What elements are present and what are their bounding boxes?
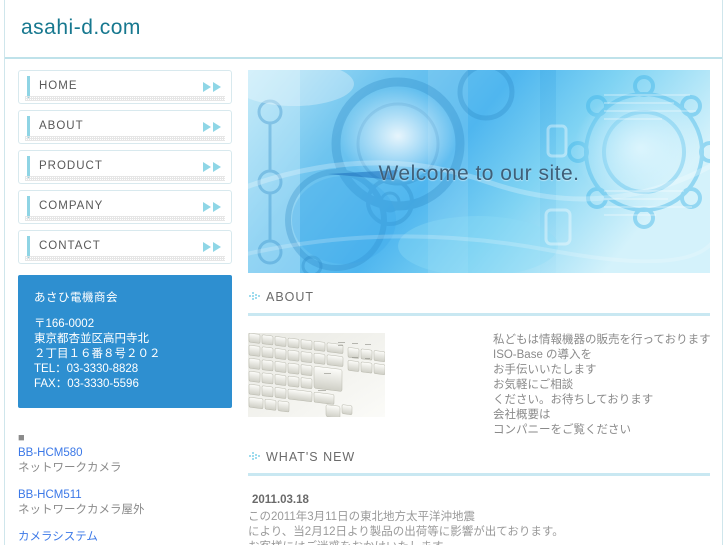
product-link-group: ■ BB-HCM580 ネットワークカメラ <box>18 428 232 476</box>
about-heading-text: ABOUT <box>266 290 315 304</box>
about-line-6: 会社概要は <box>493 409 551 421</box>
dotted-triangle-icon <box>249 292 260 300</box>
news-heading-rule <box>248 473 710 476</box>
nav-item-about[interactable]: ABOUT <box>18 110 232 144</box>
news-section: WHAT'S NEW 2011.03.18 この2011年3月11日の東北地方太… <box>248 448 710 545</box>
bullet-icon: ■ <box>18 432 25 444</box>
nav-item-home[interactable]: HOME <box>18 70 232 104</box>
news-heading: WHAT'S NEW <box>248 448 710 470</box>
about-line-2: ISO-Base の導入を <box>493 349 593 361</box>
info-box-title: あさひ電機商会 <box>34 292 118 304</box>
about-line-4: お気軽にご相談 <box>493 379 574 391</box>
nav-accent-bar <box>27 196 30 218</box>
contact-info-box: あさひ電機商会 〒166-0002 東京都杏並区高円寺北 ２丁目１６番８号２０２… <box>18 275 232 408</box>
sidebar-product-links: ■ BB-HCM580 ネットワークカメラ BB-HCM511 ネットワークカメ… <box>18 428 232 545</box>
info-fax: FAX：03-3330-5596 <box>34 378 139 390</box>
double-arrow-icon <box>203 122 221 132</box>
info-postal-code: 〒166-0002 <box>34 318 95 330</box>
nav-label-home: HOME <box>39 80 78 92</box>
double-arrow-icon <box>203 242 221 252</box>
about-text-block: 私どもは情報機器の販売を行っております ISO-Base の導入を お手伝いいた… <box>493 333 713 438</box>
news-body: 2011.03.18 この2011年3月11日の東北地方太平洋沖地震 により、当… <box>248 492 710 545</box>
news-line-1: この2011年3月11日の東北地方太平洋沖地震 <box>248 511 476 523</box>
double-arrow-icon <box>203 162 221 172</box>
product-desc: ネットワークカメラ <box>18 462 122 474</box>
product-desc: ネットワークカメラ屋外 <box>18 504 145 516</box>
about-section: ABOUT 私どもは情報機器の販売を行っております ISO-Base の導入を … <box>248 288 711 436</box>
product-link-group: カメラシステム 監視カメラシステムのご提案 <box>18 530 232 545</box>
page-left-border <box>4 0 5 545</box>
info-tel: TEL：03-3330-8828 <box>34 363 139 375</box>
nav-item-contact[interactable]: CONTACT <box>18 230 232 264</box>
news-date: 2011.03.18 <box>252 494 309 506</box>
site-title[interactable]: asahi-d.com <box>21 16 141 40</box>
nav-accent-bar <box>27 236 30 258</box>
news-line-2: により、当2月12日より製品の出荷等に影響が出ております。 <box>248 526 564 538</box>
product-link-bb-hcm580[interactable]: BB-HCM580 <box>18 446 232 461</box>
about-body: 私どもは情報機器の販売を行っております ISO-Base の導入を お手伝いいた… <box>248 333 711 436</box>
nav-accent-bar <box>27 156 30 178</box>
page-root: asahi-d.com HOME ABOUT PRODUCT COMPANY C… <box>0 0 727 545</box>
page-right-border <box>722 0 723 545</box>
nav-label-contact: CONTACT <box>39 240 101 252</box>
double-arrow-icon <box>203 202 221 212</box>
info-address-line-1: 東京都杏並区高円寺北 <box>34 333 149 345</box>
nav-label-about: ABOUT <box>39 120 84 132</box>
hero-background-image <box>248 70 710 273</box>
info-address-line-2: ２丁目１６番８号２０２ <box>34 348 161 360</box>
nav-accent-bar <box>27 116 30 138</box>
about-line-1: 私どもは情報機器の販売を行っております <box>493 334 711 346</box>
about-heading: ABOUT <box>248 288 710 310</box>
news-line-3: お客様にはご迷惑をおかけいたします <box>248 540 710 545</box>
product-link-group: BB-HCM511 ネットワークカメラ屋外 <box>18 488 232 518</box>
hero-banner: Welcome to our site. <box>248 70 710 273</box>
nav-item-company[interactable]: COMPANY <box>18 190 232 224</box>
about-line-7: コンパニーをご覧ください <box>493 424 631 436</box>
news-text-block: この2011年3月11日の東北地方太平洋沖地震 により、当2月12日より製品の出… <box>248 510 710 545</box>
nav-item-product[interactable]: PRODUCT <box>18 150 232 184</box>
site-header: asahi-d.com <box>5 0 722 57</box>
about-heading-rule <box>248 313 710 316</box>
news-heading-text: WHAT'S NEW <box>266 450 356 464</box>
about-line-5: ください。お待ちしております <box>493 394 654 406</box>
main-navigation: HOME ABOUT PRODUCT COMPANY CONTACT <box>18 70 232 264</box>
sidebar: HOME ABOUT PRODUCT COMPANY CONTACT あさひ電機… <box>18 70 232 545</box>
double-arrow-icon <box>203 82 221 92</box>
dotted-triangle-icon <box>249 452 260 460</box>
about-line-3: お手伝いいたします <box>493 364 597 376</box>
nav-accent-bar <box>27 76 30 98</box>
header-divider <box>5 57 722 59</box>
nav-label-company: COMPANY <box>39 200 104 212</box>
main-content: Welcome to our site. ABOUT 私どもは情報機器の販売を行… <box>248 70 711 545</box>
product-link-camera-system[interactable]: カメラシステム <box>18 530 232 545</box>
product-link-bb-hcm511[interactable]: BB-HCM511 <box>18 488 232 503</box>
keyboard-photo <box>248 333 385 417</box>
nav-label-product: PRODUCT <box>39 160 103 172</box>
